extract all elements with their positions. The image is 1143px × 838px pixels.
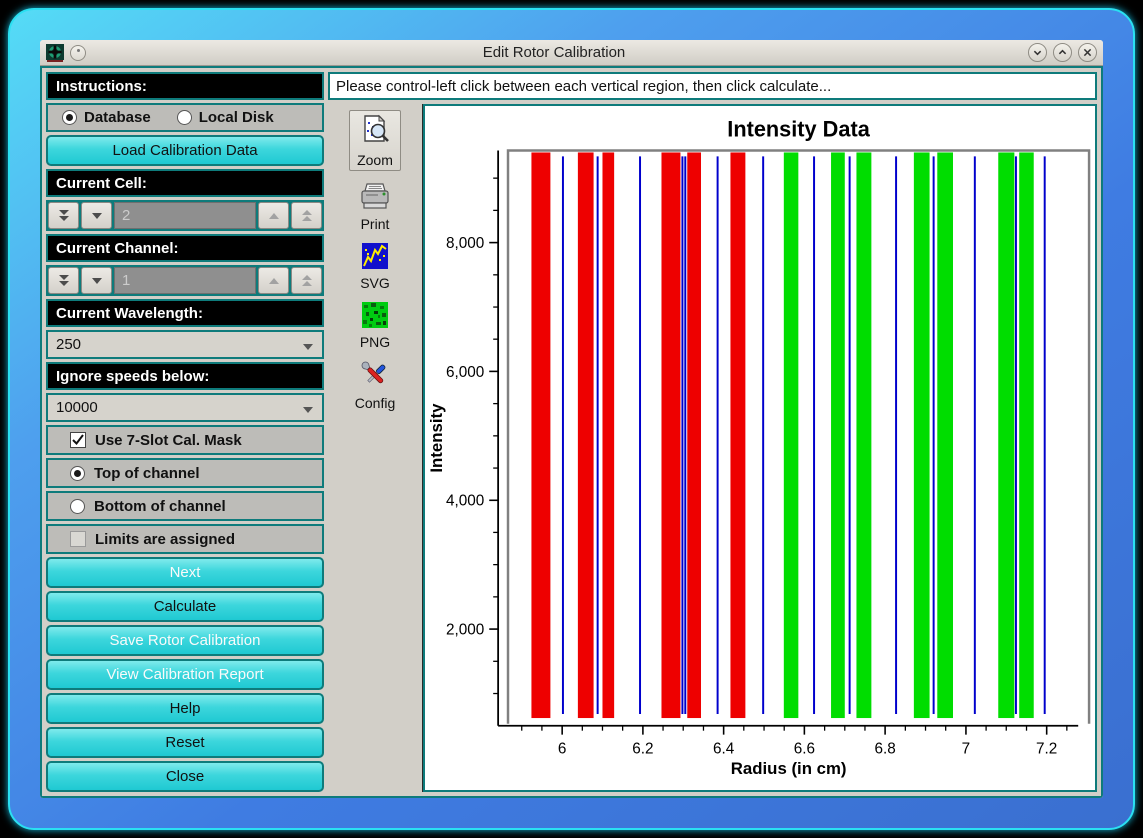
- cell-counter: 2: [46, 200, 324, 231]
- channel-up-button[interactable]: [258, 267, 289, 294]
- window-outer-frame: Edit Rotor Calibration Instructions: Dat…: [8, 8, 1135, 830]
- channel-value-field[interactable]: 1: [114, 267, 256, 294]
- cell-last-button[interactable]: [291, 202, 322, 229]
- svg-text:Intensity: Intensity: [427, 403, 446, 473]
- svg-text:6,000: 6,000: [446, 364, 484, 381]
- checkbox-checked-icon: [70, 432, 86, 448]
- wavelength-value: 250: [56, 336, 81, 353]
- svg-text:4,000: 4,000: [446, 493, 484, 510]
- channel-last-button[interactable]: [291, 267, 322, 294]
- svg-text:6: 6: [558, 740, 567, 757]
- png-icon: [362, 302, 388, 333]
- view-calibration-report-button[interactable]: View Calibration Report: [46, 659, 324, 690]
- next-button[interactable]: Next: [46, 557, 324, 588]
- config-tool-label: Config: [355, 395, 395, 411]
- png-tool-label: PNG: [360, 334, 390, 350]
- window-menu-button[interactable]: [70, 45, 86, 61]
- svg-icon: [362, 243, 388, 274]
- calculate-button[interactable]: Calculate: [46, 591, 324, 622]
- local-disk-radio-label: Local Disk: [199, 109, 274, 126]
- ignore-speeds-label: Ignore speeds below:: [46, 362, 324, 390]
- app-icon: [46, 44, 64, 62]
- config-tool[interactable]: Config: [355, 361, 395, 411]
- reset-button[interactable]: Reset: [46, 727, 324, 758]
- radio-unselected-icon: [70, 499, 85, 514]
- help-button[interactable]: Help: [46, 693, 324, 724]
- chevron-down-icon: [303, 407, 313, 413]
- intensity-chart-svg: 6 6.2 6.4 6.6 6.8 7 7.2 2,000 4,000 6,000 8,000 Int…: [425, 106, 1095, 790]
- mask-checkbox-row[interactable]: Use 7-Slot Cal. Mask: [46, 425, 324, 455]
- print-tool[interactable]: Print: [359, 182, 391, 232]
- top-of-channel-radio[interactable]: Top of channel: [46, 458, 324, 488]
- radio-selected-icon: [70, 466, 85, 481]
- radio-selected-icon: [62, 110, 77, 125]
- zoom-tool-label: Zoom: [357, 152, 393, 168]
- svg-text:8,000: 8,000: [446, 235, 484, 252]
- svg-tool-label: SVG: [360, 275, 390, 291]
- maximize-button[interactable]: [1053, 43, 1072, 62]
- printer-icon: [359, 182, 391, 215]
- speed-value: 10000: [56, 399, 98, 416]
- local-disk-radio[interactable]: Local Disk: [177, 109, 274, 126]
- load-calibration-data-button[interactable]: Load Calibration Data: [46, 135, 324, 166]
- print-tool-label: Print: [361, 216, 390, 232]
- top-of-channel-label: Top of channel: [94, 465, 200, 482]
- titlebar[interactable]: Edit Rotor Calibration: [40, 40, 1103, 66]
- svg-text:6.4: 6.4: [713, 740, 735, 757]
- database-radio-label: Database: [84, 109, 151, 126]
- png-tool[interactable]: PNG: [360, 302, 390, 350]
- cell-down-button[interactable]: [81, 202, 112, 229]
- wavelength-select[interactable]: 250: [46, 330, 324, 359]
- zoom-tool[interactable]: Zoom: [349, 110, 401, 171]
- cell-first-button[interactable]: [48, 202, 79, 229]
- limits-checkbox-row[interactable]: Limits are assigned: [46, 524, 324, 554]
- intensity-chart[interactable]: 6 6.2 6.4 6.6 6.8 7 7.2 2,000 4,000 6,000 8,000 Int…: [423, 104, 1097, 792]
- plot-toolbar: Zoom: [328, 104, 423, 792]
- speed-select[interactable]: 10000: [46, 393, 324, 422]
- zoom-icon: [360, 114, 390, 151]
- cell-value-field[interactable]: 2: [114, 202, 256, 229]
- cell-up-button[interactable]: [258, 202, 289, 229]
- svg-text:Intensity Data: Intensity Data: [727, 117, 870, 142]
- main-content: Instructions: Database Local Disk Load C…: [40, 66, 1103, 798]
- channel-down-button[interactable]: [81, 267, 112, 294]
- close-button[interactable]: [1078, 43, 1097, 62]
- channel-counter: 1: [46, 265, 324, 296]
- app-window: Edit Rotor Calibration Instructions: Dat…: [40, 40, 1103, 798]
- current-cell-label: Current Cell:: [46, 169, 324, 197]
- svg-text:6.2: 6.2: [632, 740, 653, 757]
- bottom-of-channel-label: Bottom of channel: [94, 498, 226, 515]
- data-source-row: Database Local Disk: [46, 103, 324, 132]
- svg-text:7: 7: [962, 740, 971, 757]
- channel-first-button[interactable]: [48, 267, 79, 294]
- limits-checkbox-label: Limits are assigned: [95, 531, 235, 548]
- plot-region: Zoom: [328, 104, 1097, 792]
- svg-text:6.8: 6.8: [874, 740, 895, 757]
- config-icon: [360, 361, 390, 394]
- database-radio[interactable]: Database: [62, 109, 151, 126]
- radio-unselected-icon: [177, 110, 192, 125]
- svg-text:2,000: 2,000: [446, 622, 484, 639]
- mask-checkbox-label: Use 7-Slot Cal. Mask: [95, 432, 242, 449]
- instruction-message: Please control-left click between each v…: [328, 72, 1097, 100]
- left-panel: Instructions: Database Local Disk Load C…: [46, 72, 324, 792]
- window-title: Edit Rotor Calibration: [86, 44, 1022, 61]
- bottom-of-channel-radio[interactable]: Bottom of channel: [46, 491, 324, 521]
- svg-tool[interactable]: SVG: [360, 243, 390, 291]
- current-wavelength-label: Current Wavelength:: [46, 299, 324, 327]
- svg-text:6.6: 6.6: [794, 740, 815, 757]
- close-button-panel[interactable]: Close: [46, 761, 324, 792]
- svg-text:Radius (in cm): Radius (in cm): [731, 759, 847, 778]
- instructions-label: Instructions:: [46, 72, 324, 100]
- svg-text:7.2: 7.2: [1036, 740, 1057, 757]
- save-rotor-calibration-button[interactable]: Save Rotor Calibration: [46, 625, 324, 656]
- checkbox-unchecked-icon: [70, 531, 86, 547]
- current-channel-label: Current Channel:: [46, 234, 324, 262]
- chevron-down-icon: [303, 344, 313, 350]
- minimize-button[interactable]: [1028, 43, 1047, 62]
